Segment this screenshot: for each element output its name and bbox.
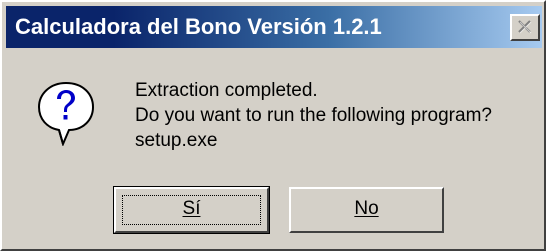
yes-button-label: Sí: [182, 198, 201, 219]
yes-button[interactable]: Sí: [113, 186, 270, 234]
program-name: setup.exe: [135, 130, 218, 151]
no-button[interactable]: No: [289, 187, 444, 233]
window-title: Calculadora del Bono Versión 1.2.1: [15, 14, 382, 39]
close-icon: [518, 20, 532, 34]
close-button[interactable]: [510, 14, 540, 41]
no-button-label: No: [354, 198, 379, 219]
message-text: Extraction completed. Do you want to run…: [135, 78, 492, 153]
title-bar[interactable]: Calculadora del Bono Versión 1.2.1: [6, 6, 542, 48]
question-icon: [35, 80, 97, 151]
message-line: Extraction completed.: [135, 80, 318, 101]
message-line: Do you want to run the following program…: [135, 105, 492, 126]
dialog-window: Calculadora del Bono Versión 1.2.1 Extra…: [0, 0, 546, 251]
